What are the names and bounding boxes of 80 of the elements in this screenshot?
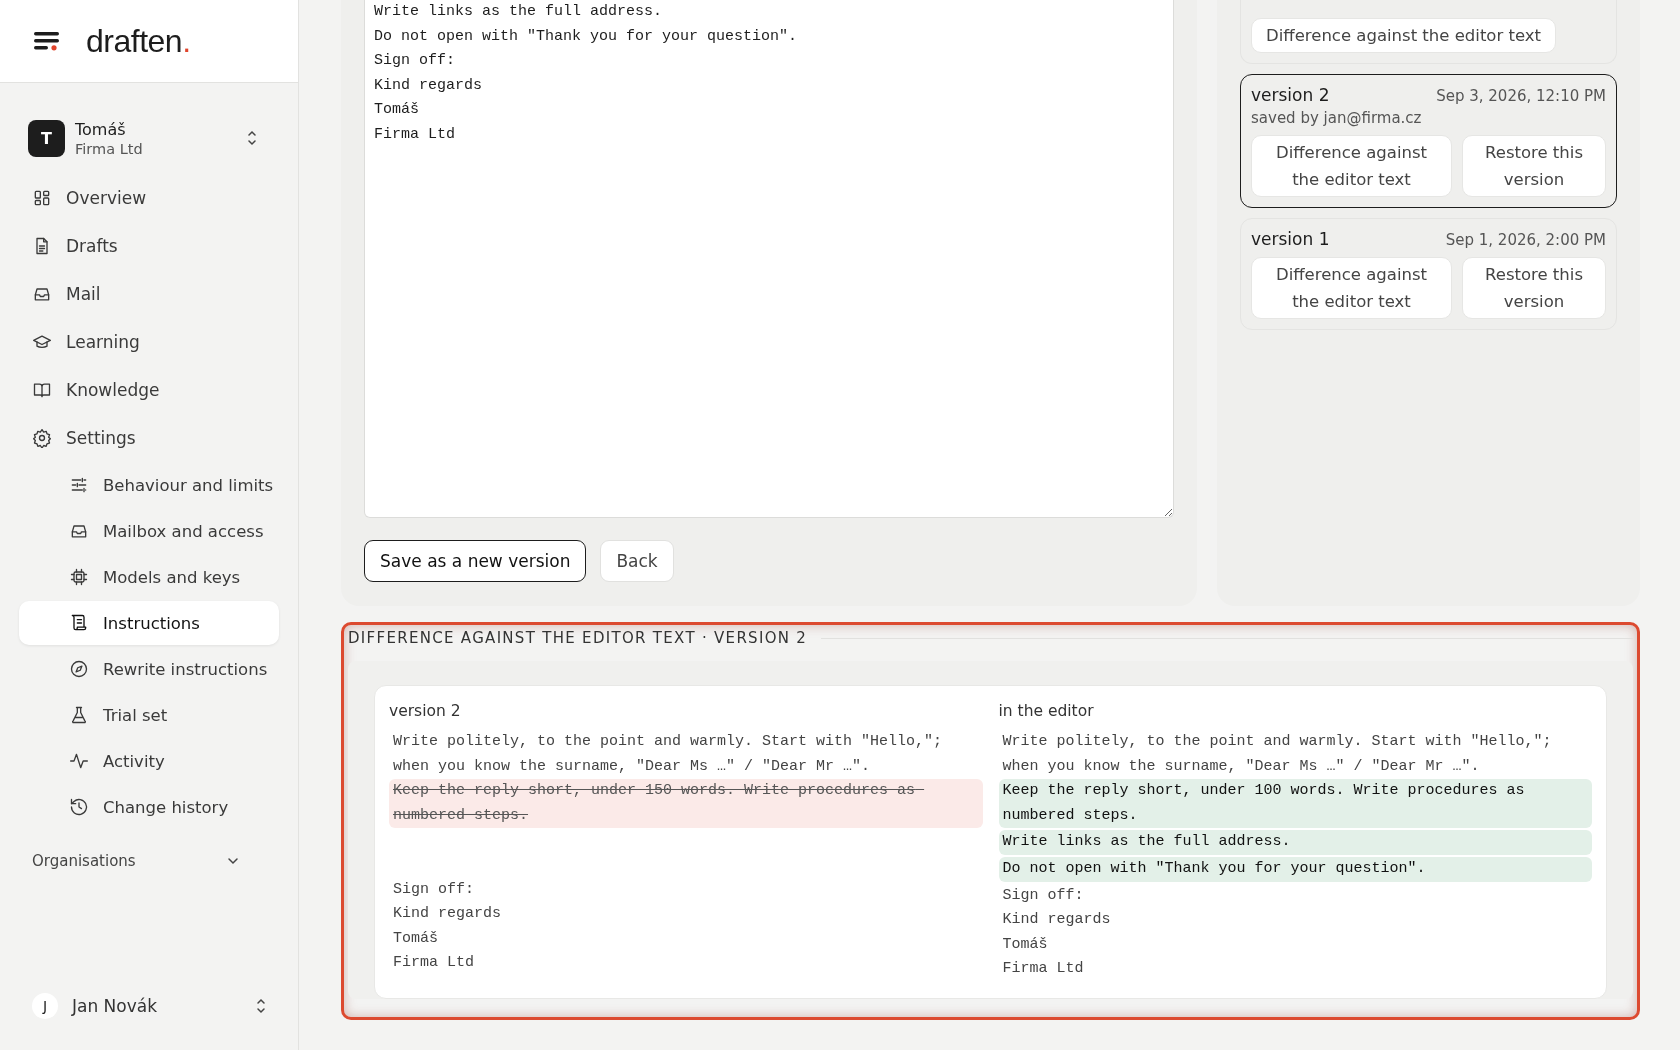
restore-button[interactable]: Restore this version [1462,257,1606,319]
workspace-switcher[interactable]: T Tomáš Firma Ltd [19,113,279,163]
settings-icon [32,428,52,448]
diff-column-heading: version 2 [389,702,462,720]
diff-line: Firma Ltd [1001,959,1085,980]
diff-line: Tomáš [1001,934,1049,955]
diff-line: Write politely, to the point and warmly. Start with "Hello,"; when you know the surname, "Dear Ms …" / "Dear Mr …". [392,732,944,777]
diff-line: Firma Ltd [392,953,475,974]
sidebar-item[interactable]: Settings [19,415,279,461]
chevron-down-icon [227,857,239,865]
sidebar-item-label: Trial set [103,705,168,725]
version-title: version 1 [1251,229,1330,249]
sidebar-subitem[interactable]: Rewrite instructions [19,647,279,691]
version-date: Sep 3, 2026, 12:10 PM [1436,87,1606,105]
version-card[interactable]: Difference against the editor text [1240,0,1617,64]
sidebar-item[interactable]: Overview [19,175,279,221]
sidebar-item-label: Change history [103,797,229,817]
workspace-org: Firma Ltd [75,140,144,157]
diff-line: Tomáš [392,928,439,949]
organisations-toggle[interactable]: Organisations [19,843,279,879]
compare-button[interactable]: Difference against the editor text [1251,135,1452,197]
sidebar-item-label: Activity [103,751,165,771]
chevron-updown-icon [246,129,258,147]
sidebar-item[interactable]: Learning [19,319,279,365]
sidebar-item-label: Overview [66,188,147,208]
version-card[interactable]: version 2 Sep 3, 2026, 12:10 PM saved by jan@firma.cz Difference against the editor text Restore this version [1240,74,1617,208]
diff-line: Sign off: [392,879,475,900]
restore-button[interactable]: Restore this version [1462,135,1606,197]
diff-line: Sign off: [1001,885,1085,906]
user-switcher[interactable]: J Jan Novák [19,986,279,1026]
compare-button[interactable]: Difference against the editor text [1251,18,1557,53]
flask-icon [69,705,89,725]
version-title: version 2 [1251,85,1330,105]
compare-button[interactable]: Difference against the editor text [1251,257,1452,319]
grid-icon [32,188,52,208]
sidebar-subitem[interactable]: Behaviour and limits [19,463,279,507]
sidebar-subitem[interactable]: Mailbox and access [19,509,279,553]
scroll-icon [69,613,89,633]
sidebar-item-label: Mailbox and access [103,521,264,541]
sidebar-item-label: Drafts [66,236,118,256]
diff-line: Kind regards [1001,910,1112,931]
sidebar-item-label: Models and keys [103,567,241,587]
user-avatar: J [32,993,58,1019]
save-version-button[interactable]: Save as a new version [364,540,587,582]
workspace-avatar: T [28,119,65,157]
sidebar-item-label: Knowledge [66,380,160,400]
chevron-updown-icon [255,997,267,1015]
workspace-name: Tomáš [75,119,127,139]
brand-logo: draften. [86,22,191,60]
sidebar-item-label: Behaviour and limits [103,475,274,495]
sidebar-item-label: Settings [66,428,136,448]
user-name: Jan Novák [72,996,159,1016]
sidebar-subitem[interactable]: Instructions [19,601,279,645]
history-icon [69,797,89,817]
back-button[interactable]: Back [600,540,674,582]
menu-icon[interactable] [34,31,60,51]
version-card[interactable]: version 1 Sep 1, 2026, 2:00 PM Difference against the editor text Restore this version [1240,218,1617,330]
sidebar-item[interactable]: Knowledge [19,367,279,413]
instructions-editor[interactable]: Write links as the full address. Do not open with "Thank you for your question". Sign off: Kind regards Tomáš Firma Ltd [364,0,1174,518]
sidebar-item-label: Mail [66,284,101,304]
compass-icon [69,659,89,679]
sidebar-subitem[interactable]: Change history [19,785,279,829]
diff-title: DIFFERENCE AGAINST THE EDITOR TEXT · VERSION 2 [348,629,808,647]
sidebar-item-label: Rewrite instructions [103,659,268,679]
sidebar-subitem[interactable]: Activity [19,739,279,783]
sidebar-subitem[interactable]: Models and keys [19,555,279,599]
diff-column-heading: in the editor [998,702,1095,720]
sidebar-item[interactable]: Drafts [19,223,279,269]
version-date: Sep 1, 2026, 2:00 PM [1445,231,1606,249]
sidebar-item-label: Learning [66,332,140,352]
sidebar-item-label: Instructions [103,613,200,633]
chip-icon [69,567,89,587]
sidebar-subitem[interactable]: Trial set [19,693,279,737]
organisations-label: Organisations [32,852,136,870]
pulse-icon [69,751,89,771]
diff-line: Write politely, to the point and warmly. Start with "Hello,"; when you know the surname, "Dear Ms …" / "Dear Mr …". [1001,732,1553,777]
sliders-icon [69,475,89,495]
sidebar-item[interactable]: Mail [19,271,279,317]
version-author: saved by jan@firma.cz [1251,109,1423,127]
diff-line: Kind regards [392,904,503,925]
